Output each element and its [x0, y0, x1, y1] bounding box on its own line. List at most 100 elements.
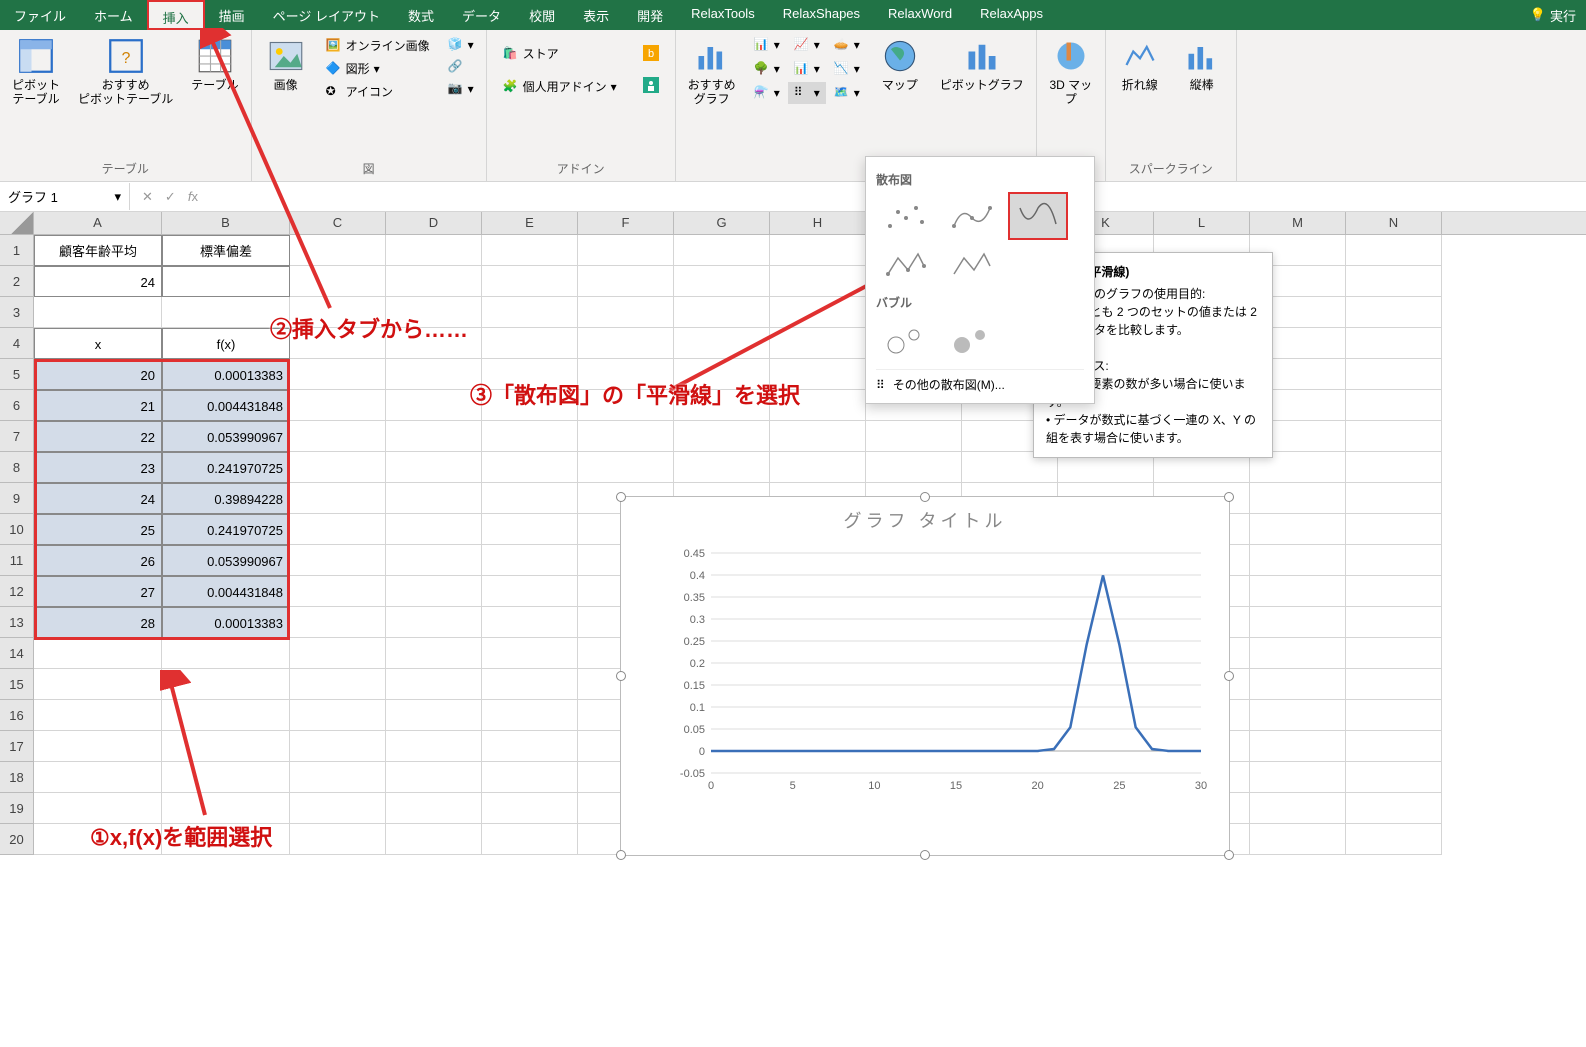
chart-object[interactable]: グラフ タイトル -0.0500.050.10.150.20.250.30.35…: [620, 496, 1230, 856]
cell-n12[interactable]: [1346, 576, 1442, 607]
scatter-smooth-markers-option[interactable]: [942, 192, 1002, 240]
cell-m11[interactable]: [1250, 545, 1346, 576]
cell-d10[interactable]: [386, 514, 482, 545]
cell-n5[interactable]: [1346, 359, 1442, 390]
tab-relaxtools[interactable]: RelaxTools: [677, 0, 769, 30]
cell-n6[interactable]: [1346, 390, 1442, 421]
cancel-formula-button[interactable]: ✕: [142, 189, 153, 205]
cell-n14[interactable]: [1346, 638, 1442, 669]
cell-b11[interactable]: 0.053990967: [162, 545, 290, 576]
cell-e13[interactable]: [482, 607, 578, 638]
col-header-c[interactable]: C: [290, 212, 386, 234]
scatter-smooth-option[interactable]: [1008, 192, 1068, 240]
col-header-f[interactable]: F: [578, 212, 674, 234]
cell-n15[interactable]: [1346, 669, 1442, 700]
cell-g2[interactable]: [674, 266, 770, 297]
cell-m9[interactable]: [1250, 483, 1346, 514]
cell-c19[interactable]: [290, 793, 386, 824]
cell-c10[interactable]: [290, 514, 386, 545]
cell-m17[interactable]: [1250, 731, 1346, 762]
col-header-h[interactable]: H: [770, 212, 866, 234]
row-header[interactable]: 18: [0, 762, 34, 793]
cell-e3[interactable]: [482, 297, 578, 328]
sparkline-bar-button[interactable]: 縦棒: [1174, 34, 1230, 96]
row-header[interactable]: 1: [0, 235, 34, 266]
row-header[interactable]: 16: [0, 700, 34, 731]
cell-e10[interactable]: [482, 514, 578, 545]
tab-relaxword[interactable]: RelaxWord: [874, 0, 966, 30]
hier-chart-button[interactable]: 🌳▾: [748, 58, 786, 80]
cell-h2[interactable]: [770, 266, 866, 297]
col-header-b[interactable]: B: [162, 212, 290, 234]
col-header-m[interactable]: M: [1250, 212, 1346, 234]
cell-n7[interactable]: [1346, 421, 1442, 452]
scatter-markers-option[interactable]: [876, 192, 936, 240]
cell-e14[interactable]: [482, 638, 578, 669]
tab-data[interactable]: データ: [448, 0, 515, 30]
tab-draw[interactable]: 描画: [205, 0, 259, 30]
cell-m14[interactable]: [1250, 638, 1346, 669]
cell-e17[interactable]: [482, 731, 578, 762]
name-box[interactable]: グラフ 1▾: [0, 183, 130, 210]
enter-formula-button[interactable]: ✓: [165, 189, 176, 205]
rec-pivot-button[interactable]: ? おすすめ ピボットテーブル: [72, 34, 179, 111]
cell-f2[interactable]: [578, 266, 674, 297]
cell-n2[interactable]: [1346, 266, 1442, 297]
cell-e7[interactable]: [482, 421, 578, 452]
tab-formulas[interactable]: 数式: [394, 0, 448, 30]
cell-b14[interactable]: [162, 638, 290, 669]
cell-n1[interactable]: [1346, 235, 1442, 266]
cell-d11[interactable]: [386, 545, 482, 576]
col-header-a[interactable]: A: [34, 212, 162, 234]
pie-chart-button[interactable]: 🥧▾: [828, 34, 866, 56]
cell-a17[interactable]: [34, 731, 162, 762]
cell-n9[interactable]: [1346, 483, 1442, 514]
row-header[interactable]: 3: [0, 297, 34, 328]
cell-a9[interactable]: 24: [34, 483, 162, 514]
cell-n11[interactable]: [1346, 545, 1442, 576]
cell-f8[interactable]: [578, 452, 674, 483]
scatter-lines-option[interactable]: [942, 240, 1002, 288]
cell-a1[interactable]: 顧客年齢平均: [34, 235, 162, 266]
row-header[interactable]: 13: [0, 607, 34, 638]
cell-d20[interactable]: [386, 824, 482, 855]
my-addins-button[interactable]: 🧩個人用アドイン ▾: [497, 75, 623, 98]
cell-d14[interactable]: [386, 638, 482, 669]
cell-d16[interactable]: [386, 700, 482, 731]
icons-button[interactable]: ✪アイコン: [320, 80, 436, 103]
cell-f5[interactable]: [578, 359, 674, 390]
cell-e5[interactable]: [482, 359, 578, 390]
row-header[interactable]: 17: [0, 731, 34, 762]
cell-d7[interactable]: [386, 421, 482, 452]
row-header[interactable]: 2: [0, 266, 34, 297]
cell-h6[interactable]: [770, 390, 866, 421]
fx-button[interactable]: fx: [188, 189, 198, 204]
bar-chart-button[interactable]: 📊▾: [788, 58, 826, 80]
cell-n8[interactable]: [1346, 452, 1442, 483]
cell-g1[interactable]: [674, 235, 770, 266]
tab-file[interactable]: ファイル: [0, 0, 80, 30]
cell-a4[interactable]: x: [34, 328, 162, 359]
tab-review[interactable]: 校閲: [515, 0, 569, 30]
cell-e1[interactable]: [482, 235, 578, 266]
scatter-lines-markers-option[interactable]: [876, 240, 936, 288]
cell-e16[interactable]: [482, 700, 578, 731]
row-header[interactable]: 11: [0, 545, 34, 576]
cell-b4[interactable]: f(x): [162, 328, 290, 359]
col-header-l[interactable]: L: [1154, 212, 1250, 234]
tab-view[interactable]: 表示: [569, 0, 623, 30]
rec-charts-button[interactable]: おすすめ グラフ: [682, 34, 742, 111]
cell-d17[interactable]: [386, 731, 482, 762]
cell-f4[interactable]: [578, 328, 674, 359]
cell-b2[interactable]: [162, 266, 290, 297]
cell-m10[interactable]: [1250, 514, 1346, 545]
cell-d4[interactable]: [386, 328, 482, 359]
chart-title[interactable]: グラフ タイトル: [621, 497, 1229, 543]
cell-m19[interactable]: [1250, 793, 1346, 824]
cell-c13[interactable]: [290, 607, 386, 638]
tab-relaxapps[interactable]: RelaxApps: [966, 0, 1057, 30]
3d-map-button[interactable]: 3D マッ プ: [1043, 34, 1099, 111]
cell-n3[interactable]: [1346, 297, 1442, 328]
cell-f7[interactable]: [578, 421, 674, 452]
row-header[interactable]: 12: [0, 576, 34, 607]
